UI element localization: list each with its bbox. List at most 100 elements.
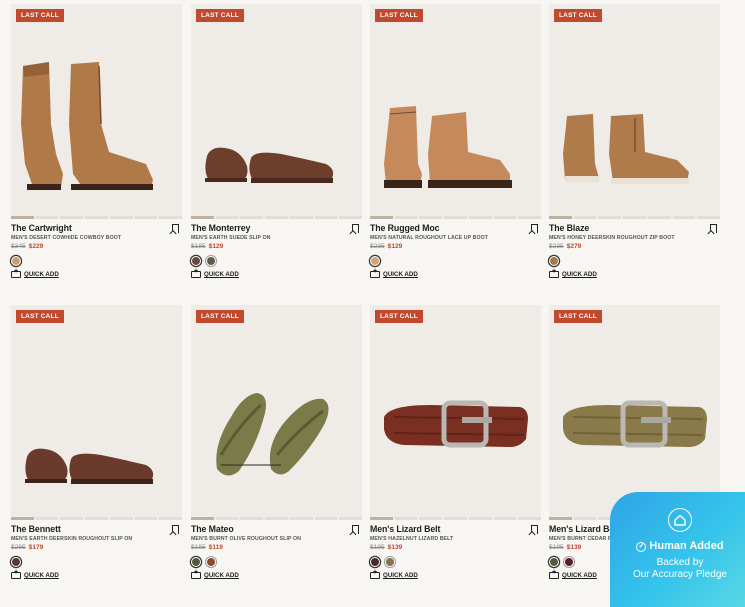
quick-add-label: QUICK ADD [383, 271, 418, 278]
cart-add-icon [191, 569, 201, 579]
last-call-badge: LAST CALL [196, 310, 244, 323]
product-image[interactable]: LAST CALL [11, 305, 182, 520]
last-call-badge: LAST CALL [16, 9, 64, 22]
product-price: $235 $129 [370, 243, 541, 252]
color-swatch[interactable] [564, 557, 574, 567]
color-swatch[interactable] [549, 256, 559, 266]
color-swatch[interactable] [206, 256, 216, 266]
bookmark-icon[interactable] [172, 224, 179, 233]
product-card[interactable]: LAST CALL The Mateo MEN'S BURNT OLIVE RO… [191, 305, 362, 580]
sale-price: $129 [208, 243, 224, 250]
product-image[interactable]: LAST CALL [191, 4, 362, 219]
product-image[interactable]: LAST CALL [549, 305, 720, 520]
original-price: $185 [191, 544, 206, 551]
bookmark-icon[interactable] [172, 525, 179, 534]
color-swatch[interactable] [549, 557, 559, 567]
sale-price: $139 [387, 544, 403, 551]
bookmark-icon[interactable] [531, 525, 538, 534]
bookmark-icon[interactable] [352, 525, 359, 534]
last-call-badge: LAST CALL [554, 310, 602, 323]
bookmark-icon[interactable] [531, 224, 538, 233]
cart-add-icon [549, 268, 559, 278]
product-card[interactable]: LAST CALL The Rugged Moc MEN'S NATURAL R… [370, 4, 541, 279]
product-image[interactable]: LAST CALL [549, 4, 720, 219]
cart-add-icon [370, 268, 380, 278]
product-image[interactable]: LAST CALL [370, 4, 541, 219]
original-price: $195 [549, 544, 564, 551]
quick-add-button[interactable]: QUICK ADD [370, 268, 541, 279]
product-subtitle: MEN'S EARTH DEERSKIN ROUGHOUT SLIP ON [11, 536, 133, 542]
product-card[interactable]: LAST CALL The Cartwright MEN'S DESERT CO… [11, 4, 182, 279]
product-price: $185 $119 [191, 544, 362, 553]
product-name[interactable]: The Monterrey [191, 223, 362, 234]
cart-add-icon [549, 569, 559, 579]
quick-add-button[interactable]: QUICK ADD [191, 569, 362, 580]
color-swatches [370, 556, 541, 568]
pledge-line-accuracy: Our Accuracy Pledge [633, 569, 727, 580]
product-name[interactable]: The Cartwright [11, 223, 182, 234]
product-card[interactable]: LAST CALL The Blaze MEN'S HONEY DEERSKIN… [549, 4, 720, 279]
product-name[interactable]: The Bennett [11, 524, 182, 535]
product-card[interactable]: LAST CALL The Bennett MEN'S EARTH DEERSK… [11, 305, 182, 580]
product-image[interactable]: LAST CALL [11, 4, 182, 219]
sale-price: $179 [28, 544, 44, 551]
last-call-badge: LAST CALL [196, 9, 244, 22]
product-name[interactable]: The Blaze [549, 223, 720, 234]
product-price: $235 $279 [549, 243, 720, 252]
product-subtitle: MEN'S DESERT COWHIDE COWBOY BOOT [11, 235, 122, 241]
product-price: $285 $179 [11, 544, 182, 553]
product-name[interactable]: Men's Lizard Belt [370, 524, 541, 535]
sale-price: $229 [28, 243, 44, 250]
color-swatch[interactable] [385, 557, 395, 567]
product-name[interactable]: The Rugged Moc [370, 223, 541, 234]
quick-add-button[interactable]: QUICK ADD [549, 268, 720, 279]
color-swatch[interactable] [191, 256, 201, 266]
accuracy-pledge-badge[interactable]: ✓ Human Added Backed by Our Accuracy Pled… [610, 492, 745, 607]
original-price: $195 [370, 544, 385, 551]
quick-add-label: QUICK ADD [204, 572, 239, 579]
sale-price: $279 [566, 243, 582, 250]
bookmark-icon[interactable] [352, 224, 359, 233]
color-swatch[interactable] [191, 557, 201, 567]
quick-add-button[interactable]: QUICK ADD [11, 569, 182, 580]
quick-add-label: QUICK ADD [24, 271, 59, 278]
cart-add-icon [191, 268, 201, 278]
quick-add-label: QUICK ADD [24, 572, 59, 579]
product-card[interactable]: LAST CALL The Monterrey MEN'S EARTH SUED… [191, 4, 362, 279]
quick-add-button[interactable]: QUICK ADD [191, 268, 362, 279]
product-subtitle: MEN'S HONEY DEERSKIN ROUGHOUT ZIP BOOT [549, 235, 675, 241]
quick-add-label: QUICK ADD [383, 572, 418, 579]
original-price: $345 [11, 243, 26, 250]
product-price: $195 $139 [370, 544, 541, 553]
bookmark-icon[interactable] [710, 224, 717, 233]
color-swatch[interactable] [370, 256, 380, 266]
product-image[interactable]: LAST CALL [370, 305, 541, 520]
quick-add-label: QUICK ADD [204, 271, 239, 278]
color-swatches [191, 556, 362, 568]
pledge-title: Human Added [649, 540, 724, 552]
color-swatch[interactable] [11, 557, 21, 567]
color-swatch[interactable] [370, 557, 380, 567]
product-subtitle: MEN'S EARTH SUEDE SLIP ON [191, 235, 271, 241]
quick-add-button[interactable]: QUICK ADD [370, 569, 541, 580]
cart-add-icon [11, 268, 21, 278]
quick-add-label: QUICK ADD [562, 572, 597, 579]
product-subtitle: MEN'S BURNT OLIVE ROUGHOUT SLIP ON [191, 536, 302, 542]
quick-add-button[interactable]: QUICK ADD [11, 268, 182, 279]
color-swatch[interactable] [206, 557, 216, 567]
product-card[interactable]: LAST CALL Men's Lizard Belt MEN'S HAZELN… [370, 305, 541, 580]
cart-add-icon [370, 569, 380, 579]
home-icon [668, 508, 692, 532]
color-swatches [370, 255, 541, 267]
product-subtitle: MEN'S HAZELNUT LIZARD BELT [370, 536, 454, 542]
product-name[interactable]: The Mateo [191, 524, 362, 535]
color-swatch[interactable] [11, 256, 21, 266]
product-subtitle: MEN'S NATURAL ROUGHOUT LACE UP BOOT [370, 235, 488, 241]
original-price: $185 [191, 243, 206, 250]
sale-price: $119 [208, 544, 223, 551]
check-icon: ✓ [636, 542, 647, 552]
product-image[interactable]: LAST CALL [191, 305, 362, 520]
last-call-badge: LAST CALL [554, 9, 602, 22]
color-swatches [549, 255, 720, 267]
original-price: $285 [11, 544, 26, 551]
